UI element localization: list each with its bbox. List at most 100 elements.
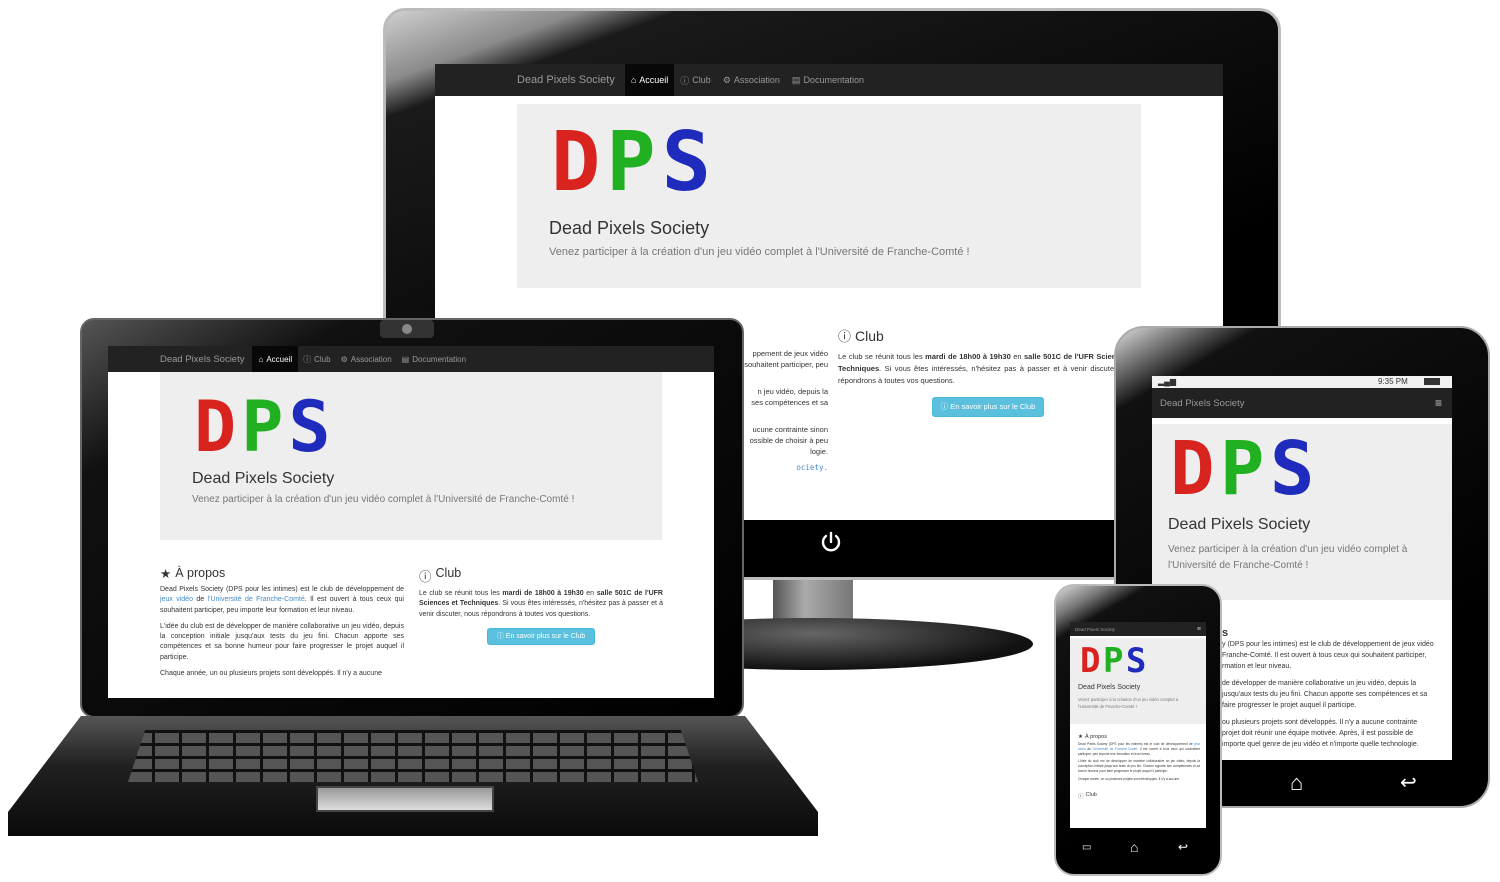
tagline-line: Venez participer à la création d'un jeu … [1078,697,1179,702]
nav-item-documentation[interactable]: ▤ Documentation [397,355,471,364]
info-circle-icon: ⓘ [940,402,951,411]
gear-icon: ⚙ [340,354,348,364]
back-icon[interactable]: ↩ [1400,770,1417,795]
navbar-brand[interactable]: Dead Pixels Society [160,354,244,365]
navbar-brand[interactable]: Dead Pixels Society [1075,627,1115,632]
club-text: Le club se réunit tous les mardi de 18h0… [419,590,663,618]
logo-letter-d: D [194,386,237,468]
tagline: Venez participer à la création d'un jeu … [1168,542,1440,574]
about-paragraph-3: Chaque année, un ou plusieurs projets so… [1078,776,1180,781]
nav-item-documentation[interactable]: ▤ Documentation [786,75,870,86]
navbar: Dead Pixels Society ≡ [1152,388,1452,418]
star-icon: ★ [160,567,172,581]
about-section: ★ À propos Dead Pixels Society (DPS pour … [1078,734,1200,800]
jumbotron: D P S Dead Pixels Society Venez particip… [1070,638,1206,724]
menu-toggle-icon[interactable]: ≡ [1435,396,1442,410]
club-more-button[interactable]: ⓘ En savoir plus sur le Club [932,397,1044,417]
page-title: Dead Pixels Society [549,218,710,238]
logo-letter-p: P [1219,426,1265,512]
power-icon[interactable] [819,530,843,554]
nav-item-accueil[interactable]: ⌂ Accueil [252,346,299,372]
about-paragraph-2: L'idée du club est de développer de mani… [160,622,404,661]
home-icon: ⌂ [258,354,264,364]
logo-letter-d: D [1080,641,1101,681]
info-circle-icon: ⓘ [303,354,312,364]
nav-item-association[interactable]: ⚙ Association [717,75,786,86]
navbar-brand[interactable]: Dead Pixels Society [1160,398,1244,409]
logo-letter-s: S [661,115,711,210]
star-icon: ★ [1078,734,1083,740]
jumbotron: D P S Dead Pixels Society Venez particip… [1152,424,1452,600]
page-title: Dead Pixels Society [192,470,335,487]
about-section: ★ À propos Dead Pixels Society (DPS pour … [160,566,404,679]
jumbotron: D P S Dead Pixels Society Venez particip… [517,104,1141,288]
club-more-button[interactable]: ⓘ En savoir plus sur le Club [487,627,595,645]
page-title: Dead Pixels Society [1168,516,1311,533]
home-icon: ⌂ [630,75,637,85]
laptop-screen: Dead Pixels Society ⌂ Accueil ⓘ Club ⚙ Asso… [108,346,714,698]
about-heading: ★ À propos [1078,734,1107,740]
about-paragraph-1: Dead Pixels Society (DPS pour les intime… [1078,742,1201,756]
club-heading: ⓘ Club [419,566,462,584]
logo-letter-p: P [1102,641,1124,681]
fragment-line: projet doit réunir une équipe motivée. A… [1222,730,1414,737]
logo-letter-s: S [1269,426,1315,512]
link-universite[interactable]: l'Université de Franche-Comté [1093,747,1138,751]
page-title: Dead Pixels Society [1078,684,1141,691]
fragment-line: y (DPS pour les intimes) est le club de … [1222,641,1434,648]
logo-letter-s: S [1125,641,1147,681]
webcam-icon [380,320,434,338]
dps-logo: D P S [549,115,711,210]
fragment-line: Franche-Comté. Il est ouvert à tous ceux… [1222,652,1427,659]
nav-item-club[interactable]: ⓘ Club [298,354,335,365]
home-icon[interactable]: ⌂ [1130,839,1138,855]
info-circle-icon: ⓘ [680,75,690,86]
back-icon[interactable]: ↩ [1178,840,1188,854]
tagline: Venez participer à la création d'un jeu … [192,494,575,505]
logo-letter-p: P [241,386,284,468]
jumbotron: D P S Dead Pixels Society Venez particip… [160,372,662,540]
about-heading: ★ À propos [160,566,226,581]
logo-letter-d: D [1170,426,1215,512]
book-icon: ▤ [401,354,410,364]
navbar: Dead Pixels Society ⌂ Accueil ⓘ Club ⚙ Asso… [435,64,1223,96]
fragment-line: importe quel genre de jeu vidéo et n'imp… [1222,741,1419,748]
tagline: Venez participer à la création d'un jeu … [1078,696,1200,710]
keyboard-rows [128,730,698,782]
nav-item-club[interactable]: ⓘ Club [674,74,717,87]
home-icon[interactable]: ⌂ [1290,770,1303,796]
dps-logo: D P S [1168,426,1315,512]
status-bar: ▂▄▆ 9:35 PM [1152,376,1452,388]
battery-icon [1424,378,1440,385]
menu-toggle-icon[interactable]: ≡ [1197,626,1201,633]
tagline-line: l'Université de Franche-Comté ! [1168,560,1309,571]
link-jeux-video[interactable]: jeux vidéo [160,596,193,603]
touchpad[interactable] [316,786,494,812]
laptop: Dead Pixels Society ⌂ Accueil ⓘ Club ⚙ Asso… [8,318,818,836]
about-paragraph-2: L'idée du club est de développer de mani… [1078,759,1200,773]
dps-logo: D P S [1078,641,1147,681]
logo-letter-d: D [551,115,601,210]
status-time: 9:35 PM [1378,377,1408,386]
fragment-line: rmation et leur niveau. [1222,663,1292,670]
book-icon: ▤ [791,74,801,85]
fragment-line: faire progresser le projet auquel il par… [1222,702,1357,709]
phone: ▭ ⌂ ↩ Dead Pixels Society ≡ D P S Dead P… [1054,584,1222,876]
link-universite[interactable]: l'Université de Franche-Comté [208,596,305,603]
club-text: Le club se réunit tous les mardi de 18h0… [838,352,1139,385]
logo-letter-s: S [288,386,331,468]
tagline-line: Venez participer à la création d'un jeu … [1168,544,1408,555]
navbar: Dead Pixels Society ⌂ Accueil ⓘ Club ⚙ Asso… [108,346,714,372]
fragment-line: jusqu'aux tests du jeu fini. Chacun appo… [1222,691,1428,698]
club-section: ⓘ Club Le club se réunit tous les mardi d… [838,326,1138,417]
recent-apps-icon[interactable]: ▭ [1082,842,1091,853]
fragment-heading: s [1222,627,1229,639]
about-fragment-column: s y (DPS pour les intimes) est le club d… [1222,628,1444,750]
nav-item-accueil[interactable]: ⌂ Accueil [624,64,675,96]
nav-item-association[interactable]: ⚙ Association [336,355,397,364]
info-circle-icon: ⓘ [1078,793,1084,800]
navbar-brand[interactable]: Dead Pixels Society [517,74,615,86]
about-paragraph-3: Chaque année, un ou plusieurs projets so… [160,670,382,678]
info-circle-icon: ⓘ [838,329,852,344]
logo-letter-p: P [606,115,656,210]
